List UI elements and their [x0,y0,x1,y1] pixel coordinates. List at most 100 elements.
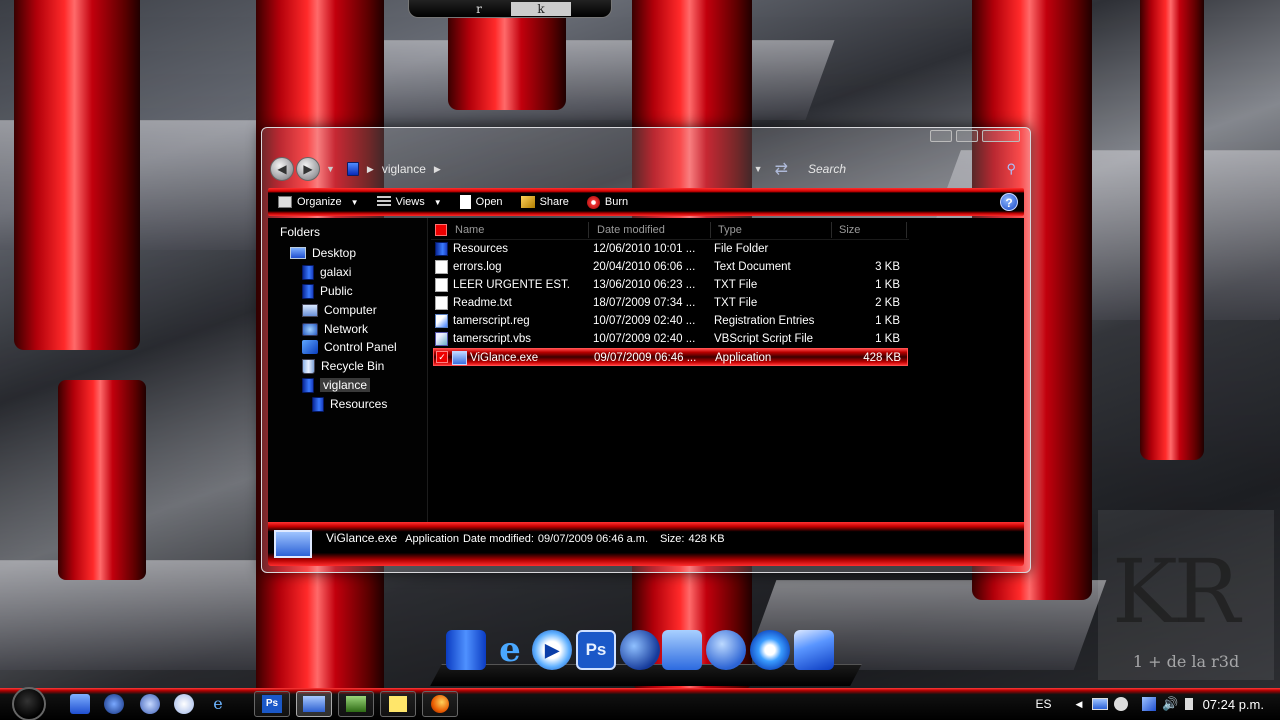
volume-icon[interactable]: 🔊 [1162,696,1178,712]
column-header-date[interactable]: Date modified [591,222,711,238]
tree-item-label: galaxi [320,265,352,279]
checkbox-icon[interactable] [435,224,447,236]
tree-item-computer[interactable]: Computer [302,301,377,319]
media-player-icon[interactable]: ▶ [532,630,572,670]
column-header-type[interactable]: Type [712,222,832,238]
column-header-name[interactable]: Name [449,222,589,238]
mail-icon[interactable] [794,630,834,670]
file-name: Resources [453,243,508,255]
tree-item-recycle-bin[interactable]: Recycle Bin [302,357,384,375]
internet-explorer-icon[interactable]: e [208,694,228,714]
tree-item-control-panel[interactable]: Control Panel [302,338,397,356]
file-type: File Folder [714,243,769,255]
column-header-size[interactable]: Size [833,222,907,238]
checkbox-checked-icon[interactable]: ✓ [436,351,448,363]
help-icon[interactable]: ? [1000,193,1018,211]
show-hidden-icons-icon[interactable]: ◀ [1075,699,1082,710]
file-type: TXT File [714,279,758,291]
minimize-button[interactable] [930,130,952,142]
top-switcher-tab-active[interactable]: k [511,2,571,16]
file-row[interactable]: LEER URGENTE EST... 13/06/2010 06:23 ...… [433,276,908,294]
back-button[interactable]: ◀ [270,157,294,181]
file-row[interactable]: tamerscript.vbs 10/07/2009 02:40 ... VBS… [433,330,908,348]
back-arrow-icon: ◀ [277,162,287,176]
file-type: Application [715,352,772,364]
quick-launch-icon[interactable] [104,694,124,714]
task-firefox[interactable] [422,691,458,717]
column-header-row: Name Date modified Type Size [431,218,909,240]
command-bar: Organize ▼ Views ▼ Open Share Burn ? [268,188,1024,216]
task-app[interactable] [338,691,374,717]
tree-item-desktop[interactable]: Desktop [290,244,356,262]
maximize-button[interactable] [956,130,978,142]
explorer-icon [303,696,325,712]
address-bar[interactable]: ▶ viglance ▶ [346,162,441,176]
files-icon[interactable] [446,630,486,670]
breadcrumb-viglance[interactable]: viglance [382,162,426,176]
tree-item-galaxi[interactable]: galaxi [302,263,351,281]
file-row[interactable]: errors.log 20/04/2010 06:06 ... Text Doc… [433,258,908,276]
task-notes[interactable] [380,691,416,717]
taskbar-clock[interactable]: 07:24 p.m. [1203,697,1264,712]
chevron-right-icon[interactable]: ▶ [367,164,374,175]
internet-explorer-icon[interactable]: e [490,630,530,670]
file-name: Readme.txt [453,297,512,309]
messenger-icon[interactable] [706,630,746,670]
views-button[interactable]: Views ▼ [376,196,442,208]
details-pane: ViGlance.exe Application Date modified: … [268,522,1024,566]
refresh-icon[interactable]: ⇄ [775,159,788,179]
folder-icon [312,396,324,412]
tree-item-resources[interactable]: Resources [312,395,387,413]
chevron-right-icon[interactable]: ▶ [434,164,441,175]
file-row[interactable]: tamerscript.reg 10/07/2009 02:40 ... Reg… [433,312,908,330]
tray-clock-icon[interactable] [1114,697,1129,711]
file-row[interactable]: Readme.txt 18/07/2009 07:34 ... TXT File… [433,294,908,312]
tray-display-icon[interactable] [1092,698,1109,710]
burn-button[interactable]: Burn [586,195,628,209]
docs-icon[interactable] [662,630,702,670]
file-row-selected[interactable]: ✓ ViGlance.exe 09/07/2009 06:46 ... Appl… [433,348,908,366]
taskbar: e Ps ES ◀ 🔊 07:24 p.m. [0,687,1280,720]
show-desktop-icon[interactable] [70,694,90,714]
language-indicator[interactable]: ES [1035,697,1051,711]
globe-icon[interactable] [174,694,194,714]
file-date: 20/04/2010 06:06 ... [593,261,696,273]
task-explorer[interactable] [296,691,332,717]
details-modified-label: Date modified: [462,533,534,545]
user-icon[interactable] [140,694,160,714]
folder-icon [346,162,359,176]
search-icon[interactable]: ⚲ [1006,161,1016,177]
address-row: ◀ ▶ ▼ ▶ viglance ▶ ▼ ⇄ Search ⚲ [270,154,1022,184]
share-label: Share [539,196,569,208]
application-icon [452,351,467,365]
close-button[interactable] [982,130,1020,142]
task-photoshop[interactable]: Ps [254,691,290,717]
system-tray: ES ◀ 🔊 07:24 p.m. [1035,688,1280,720]
top-switcher-tab[interactable]: r [449,2,509,16]
tree-item-viglance[interactable]: viglance [302,376,371,394]
registry-file-icon [435,314,448,328]
share-button[interactable]: Share [520,196,569,208]
forward-button[interactable]: ▶ [296,157,320,181]
folders-title[interactable]: Folders [268,218,427,244]
network-tray-icon[interactable] [1142,697,1157,711]
photoshop-icon[interactable]: Ps [576,630,616,670]
network-icon[interactable] [620,630,660,670]
address-dropdown[interactable]: ▼ [754,164,763,174]
tree-item-network[interactable]: Network [302,320,368,338]
open-icon [459,195,471,209]
open-button[interactable]: Open [459,195,503,209]
firefox-icon[interactable] [750,630,790,670]
file-size: 2 KB [875,297,900,309]
organize-button[interactable]: Organize ▼ [278,196,359,208]
tree-item-label: Resources [330,397,388,411]
start-button[interactable] [12,687,46,720]
recent-pages-dropdown[interactable]: ▼ [326,164,335,174]
organize-label: Organize [297,196,342,208]
firefox-icon [431,695,449,713]
notification-icon[interactable] [1184,698,1193,710]
tree-item-public[interactable]: Public [302,282,353,300]
file-row[interactable]: Resources 12/06/2010 10:01 ... File Fold… [433,240,908,258]
search-input[interactable]: Search ⚲ [802,158,1022,180]
file-type: VBScript Script File [714,333,814,345]
